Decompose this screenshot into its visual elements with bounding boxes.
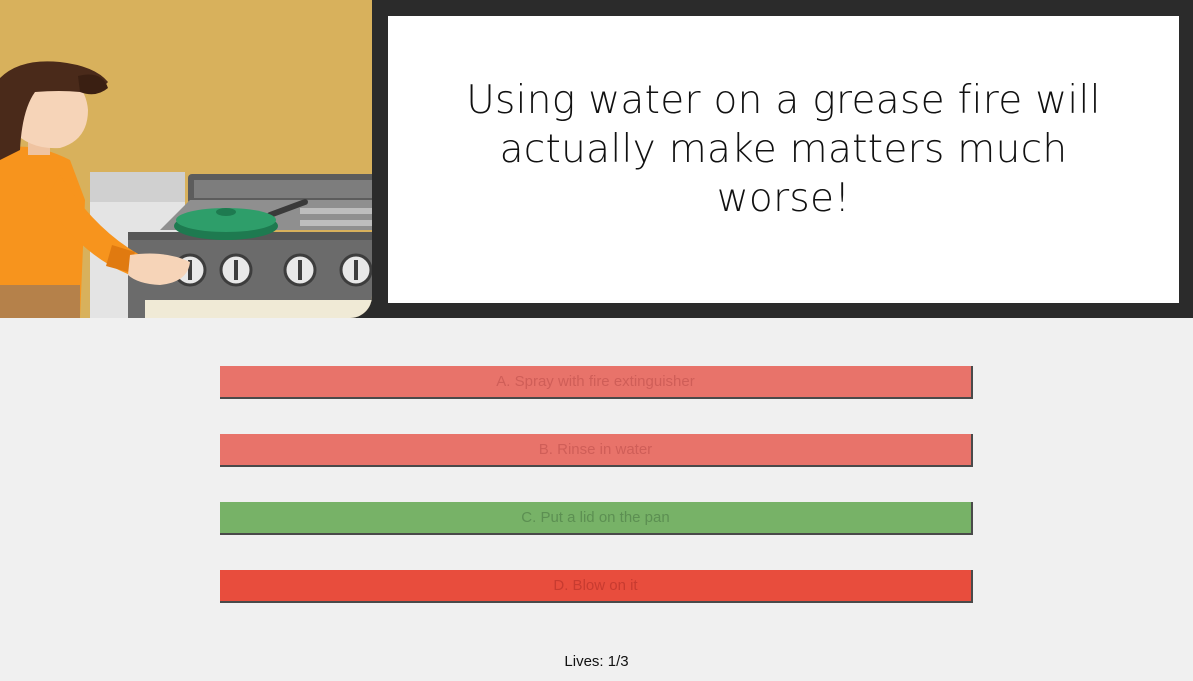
answer-c-button[interactable]: C. Put a lid on the pan <box>220 502 973 535</box>
answer-a-button[interactable]: A. Spray with fire extinguisher <box>220 366 973 399</box>
woman-cooking-at-stove-icon <box>0 0 372 318</box>
top-banner: Using water on a grease fire will actual… <box>0 0 1193 318</box>
message-panel: Using water on a grease fire will actual… <box>388 16 1179 303</box>
answer-list: A. Spray with fire extinguisher B. Rinse… <box>220 366 973 638</box>
answer-d-button[interactable]: D. Blow on it <box>220 570 973 603</box>
lives-counter: Lives: 1/3 <box>564 653 629 670</box>
feedback-message: Using water on a grease fire will actual… <box>466 78 1101 221</box>
answer-b-button[interactable]: B. Rinse in water <box>220 434 973 467</box>
